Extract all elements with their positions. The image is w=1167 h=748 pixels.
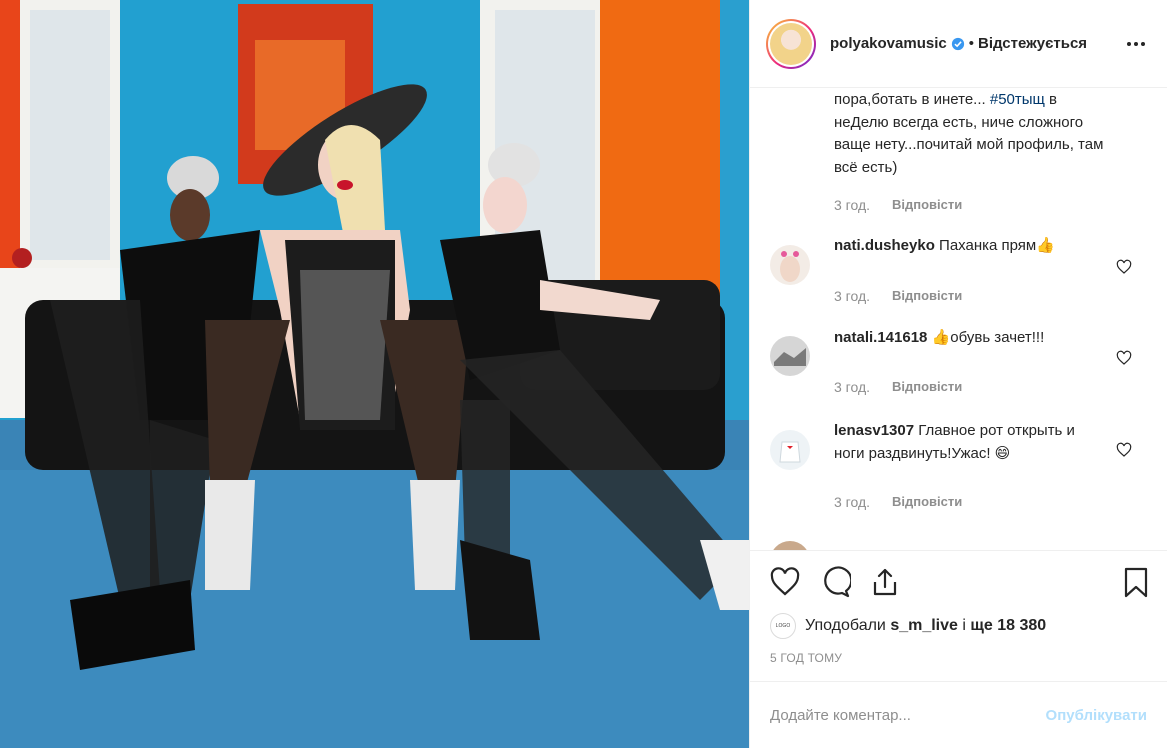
likes-prefix: Уподобали <box>805 617 886 634</box>
comment-like-heart-icon[interactable] <box>1116 350 1132 366</box>
post-side-panel: polyakovamusic • Відстежується пора,бота… <box>749 0 1167 748</box>
like-heart-icon[interactable] <box>769 566 801 598</box>
avatar-photo-icon <box>770 430 810 470</box>
more-options-icon[interactable] <box>1123 38 1149 50</box>
comment-meta: 3 год. Відповісти <box>834 494 962 510</box>
comment-text: 👍обувь зачет!!! <box>931 329 1045 346</box>
comment-text: Паханка прям👍 <box>939 237 1055 254</box>
caption-text-before: пора,ботать в инете... <box>834 91 990 108</box>
publish-comment-button[interactable]: Опублікувати <box>1046 707 1147 724</box>
comment-body: natali.141618 👍обувь зачет!!! <box>834 327 1114 350</box>
caption-text: пора,ботать в инете... #50тыщ в неДелю в… <box>834 89 1109 179</box>
caption-reply-button[interactable]: Відповісти <box>892 197 962 213</box>
commenter-avatar[interactable] <box>770 245 810 285</box>
post-timestamp[interactable]: 5 ГОД ТОМУ <box>770 651 842 665</box>
commenter-avatar[interactable] <box>770 336 810 376</box>
commenter-username[interactable]: natali.141618 <box>834 329 927 346</box>
header-separator: • <box>968 35 974 52</box>
comment-meta: 3 год. Відповісти <box>834 379 962 395</box>
comment-reply-button[interactable]: Відповісти <box>892 288 962 304</box>
share-icon[interactable] <box>869 566 901 598</box>
comment-body: lenasv1307 Главное рот открыть и ноги ра… <box>834 420 1109 465</box>
caption-meta: 3 год. Відповісти <box>834 197 962 213</box>
likes-count-link[interactable]: ще 18 380 <box>970 617 1046 635</box>
avatar-photo-icon <box>770 336 810 376</box>
comment-time[interactable]: 3 год. <box>834 494 870 510</box>
comment-reply-button[interactable]: Відповісти <box>892 379 962 395</box>
verified-badge-icon <box>951 37 964 50</box>
avatar-photo-icon <box>770 245 810 285</box>
comment-time[interactable]: 3 год. <box>834 288 870 304</box>
commenter-avatar[interactable] <box>770 541 810 550</box>
post-photo-illustration <box>0 0 749 748</box>
caption-time[interactable]: 3 год. <box>834 197 870 213</box>
author-avatar[interactable] <box>766 18 816 69</box>
comment-input[interactable] <box>770 706 1046 724</box>
likes-conjunction: і <box>962 617 966 634</box>
bookmark-save-icon[interactable] <box>1120 566 1152 598</box>
post-photo[interactable] <box>0 0 749 748</box>
add-comment-form: Опублікувати <box>750 681 1167 748</box>
liker-username[interactable]: s_m_live <box>890 617 958 635</box>
likes-summary: LOGO Уподобали s_m_live і ще 18 380 <box>770 613 1147 639</box>
comment-like-heart-icon[interactable] <box>1116 259 1132 275</box>
comment-meta: 3 год. Відповісти <box>834 288 962 304</box>
commenter-username[interactable]: nati.dusheyko <box>834 237 935 254</box>
post-actions <box>750 566 1167 606</box>
comment-like-heart-icon[interactable] <box>1116 442 1132 458</box>
author-info: polyakovamusic • Відстежується <box>830 35 1087 52</box>
comment-time[interactable]: 3 год. <box>834 379 870 395</box>
commenter-username[interactable]: lenasv1307 <box>834 422 914 439</box>
author-username[interactable]: polyakovamusic <box>830 35 947 52</box>
post-header: polyakovamusic • Відстежується <box>750 0 1167 88</box>
comment-icon[interactable] <box>819 566 851 598</box>
liker-avatar[interactable]: LOGO <box>770 613 796 639</box>
comments-list[interactable]: пора,ботать в инете... #50тыщ в неДелю в… <box>750 89 1167 551</box>
comment-reply-button[interactable]: Відповісти <box>892 494 962 510</box>
hashtag-link[interactable]: #50тыщ <box>990 91 1045 108</box>
commenter-avatar[interactable] <box>770 430 810 470</box>
comment-body: nati.dusheyko Паханка прям👍 <box>834 235 1114 258</box>
following-button[interactable]: Відстежується <box>978 35 1087 52</box>
